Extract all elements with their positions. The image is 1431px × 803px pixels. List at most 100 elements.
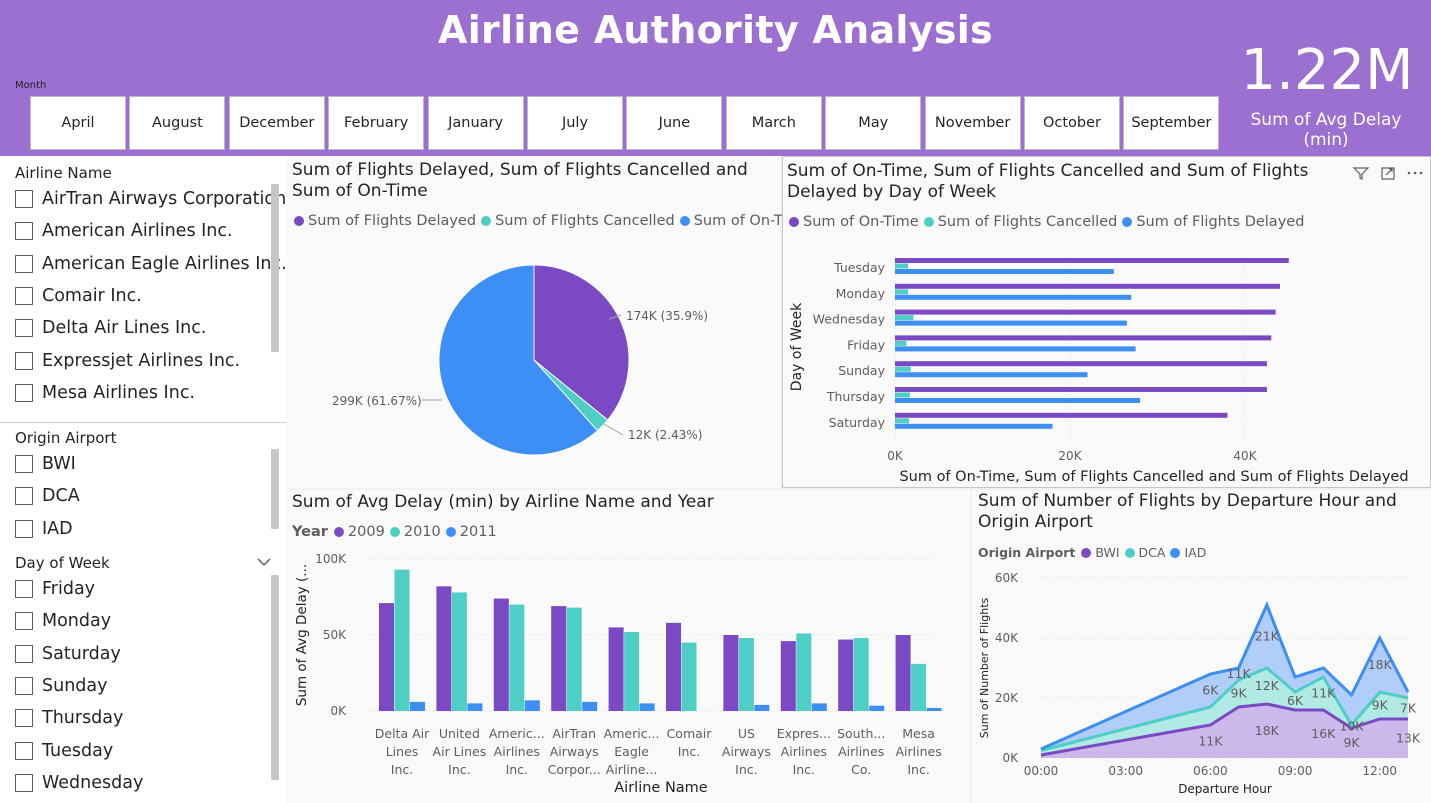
column-bar[interactable] bbox=[853, 638, 869, 711]
column-bar[interactable] bbox=[666, 622, 681, 711]
bar[interactable] bbox=[895, 392, 910, 398]
airline-scrollbar[interactable] bbox=[271, 184, 279, 352]
month-button-april[interactable]: April bbox=[30, 96, 126, 150]
bar[interactable] bbox=[895, 258, 1289, 263]
airline-option[interactable]: American Airlines Inc. bbox=[15, 221, 233, 241]
checkbox[interactable] bbox=[15, 190, 33, 208]
origin-option[interactable]: DCA bbox=[15, 486, 80, 506]
checkbox[interactable] bbox=[15, 644, 33, 663]
bar[interactable] bbox=[895, 398, 1140, 403]
checkbox[interactable] bbox=[15, 773, 33, 792]
column-bar[interactable] bbox=[838, 639, 854, 711]
checkbox[interactable] bbox=[15, 286, 33, 305]
bar[interactable] bbox=[895, 423, 1053, 429]
day-option[interactable]: Friday bbox=[15, 579, 95, 599]
column-bar[interactable] bbox=[467, 703, 483, 711]
bar[interactable] bbox=[895, 309, 1276, 315]
column-bar[interactable] bbox=[379, 603, 394, 711]
day-option[interactable]: Monday bbox=[15, 611, 111, 631]
checkbox[interactable] bbox=[15, 319, 33, 338]
column-bar[interactable] bbox=[911, 663, 927, 711]
month-button-august[interactable]: August bbox=[129, 96, 226, 150]
checkbox[interactable] bbox=[15, 351, 33, 370]
column-bar[interactable] bbox=[895, 635, 911, 711]
day-option[interactable]: Sunday bbox=[15, 676, 107, 696]
bar[interactable] bbox=[895, 320, 1127, 326]
checkbox[interactable] bbox=[15, 254, 33, 273]
bar[interactable] bbox=[895, 361, 1267, 367]
origin-scrollbar[interactable] bbox=[271, 449, 279, 529]
column-bar[interactable] bbox=[410, 701, 425, 711]
column-bar[interactable] bbox=[436, 586, 452, 711]
month-button-july[interactable]: July bbox=[527, 96, 623, 150]
bar[interactable] bbox=[895, 269, 1114, 274]
month-button-february[interactable]: February bbox=[328, 96, 425, 150]
column-bar[interactable] bbox=[811, 703, 827, 711]
bar[interactable] bbox=[895, 412, 1228, 418]
month-button-june[interactable]: June bbox=[626, 96, 723, 150]
checkbox[interactable] bbox=[15, 709, 33, 728]
airline-option[interactable]: Expressjet Airlines Inc. bbox=[15, 351, 240, 371]
column-bar[interactable] bbox=[738, 638, 754, 711]
month-button-december[interactable]: December bbox=[228, 96, 325, 150]
month-button-may[interactable]: May bbox=[825, 96, 922, 150]
checkbox[interactable] bbox=[15, 676, 33, 695]
bar[interactable] bbox=[895, 294, 1132, 300]
checkbox[interactable] bbox=[15, 612, 33, 631]
column-bar[interactable] bbox=[780, 641, 796, 711]
column-bar[interactable] bbox=[509, 604, 525, 711]
airline-option[interactable]: Mesa Airlines Inc. bbox=[15, 383, 195, 403]
day-option[interactable]: Tuesday bbox=[15, 741, 113, 761]
bar[interactable] bbox=[895, 315, 914, 321]
bar[interactable] bbox=[895, 340, 907, 346]
checkbox[interactable] bbox=[15, 741, 33, 760]
airline-option[interactable]: Comair Inc. bbox=[15, 286, 142, 306]
airline-option[interactable]: AirTran Airways Corporation bbox=[15, 189, 286, 209]
month-button-march[interactable]: March bbox=[725, 96, 822, 150]
month-button-november[interactable]: November bbox=[924, 96, 1021, 150]
column-bar[interactable] bbox=[394, 569, 410, 711]
bar[interactable] bbox=[895, 387, 1267, 392]
airline-option[interactable]: Delta Air Lines Inc. bbox=[15, 318, 206, 338]
day-scrollbar[interactable] bbox=[271, 575, 279, 780]
month-button-september[interactable]: September bbox=[1123, 96, 1220, 150]
bar[interactable] bbox=[895, 283, 1280, 289]
column-bar[interactable] bbox=[639, 703, 655, 711]
column-bar[interactable] bbox=[451, 592, 467, 711]
chevron-down-icon[interactable] bbox=[257, 557, 271, 567]
checkbox[interactable] bbox=[15, 222, 33, 241]
day-option[interactable]: Thursday bbox=[15, 708, 123, 728]
bar[interactable] bbox=[895, 346, 1136, 352]
bar[interactable] bbox=[895, 372, 1088, 378]
column-bar[interactable] bbox=[493, 598, 509, 711]
bar[interactable] bbox=[895, 263, 909, 269]
column-bar[interactable] bbox=[582, 701, 598, 711]
bar[interactable] bbox=[895, 418, 909, 424]
day-option[interactable]: Wednesday bbox=[15, 773, 143, 793]
origin-option[interactable]: BWI bbox=[15, 454, 76, 474]
column-bar[interactable] bbox=[754, 704, 770, 711]
month-button-january[interactable]: January bbox=[427, 96, 524, 150]
day-option[interactable]: Saturday bbox=[15, 644, 121, 664]
bar[interactable] bbox=[895, 366, 911, 372]
checkbox[interactable] bbox=[15, 487, 33, 506]
column-bar[interactable] bbox=[524, 700, 540, 711]
checkbox[interactable] bbox=[15, 383, 33, 402]
column-bar[interactable] bbox=[551, 606, 567, 711]
airline-option[interactable]: American Eagle Airlines Inc. bbox=[15, 254, 287, 274]
bar[interactable] bbox=[895, 289, 909, 295]
month-button-october[interactable]: October bbox=[1024, 96, 1120, 150]
checkbox[interactable] bbox=[15, 455, 33, 473]
checkbox[interactable] bbox=[15, 580, 33, 598]
column-bar[interactable] bbox=[869, 705, 885, 711]
bar[interactable] bbox=[895, 335, 1272, 341]
column-bar[interactable] bbox=[608, 627, 624, 711]
column-bar[interactable] bbox=[566, 607, 582, 711]
column-bar[interactable] bbox=[723, 635, 739, 711]
origin-option[interactable]: IAD bbox=[15, 519, 73, 539]
column-bar[interactable] bbox=[681, 642, 697, 711]
column-bar[interactable] bbox=[624, 631, 640, 711]
column-bar[interactable] bbox=[926, 707, 942, 711]
checkbox[interactable] bbox=[15, 519, 33, 538]
column-bar[interactable] bbox=[796, 633, 812, 711]
